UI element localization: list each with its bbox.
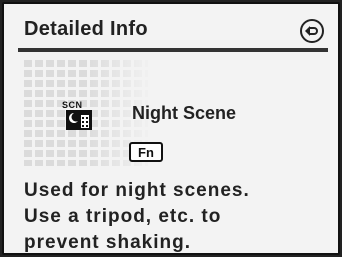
description-line: Use a tripod, etc. to <box>24 206 222 227</box>
return-button[interactable] <box>300 19 324 43</box>
description-line: Used for night scenes. <box>24 180 250 201</box>
description-line: prevent shaking. <box>24 232 191 253</box>
night-scene-icon <box>66 110 92 130</box>
scene-mode-name: Night Scene <box>132 103 237 123</box>
detailed-info-screen: Detailed Info SCN Night Scene Fn Used fo… <box>2 2 340 255</box>
mode-description: Used for night scenes. Use a tripod, etc… <box>24 178 334 253</box>
scn-badge: SCN <box>62 100 83 110</box>
playback-return-icon <box>305 26 318 36</box>
page-title: Detailed Info <box>24 18 148 40</box>
title-divider <box>18 48 328 52</box>
fn-button[interactable]: Fn <box>129 142 163 162</box>
